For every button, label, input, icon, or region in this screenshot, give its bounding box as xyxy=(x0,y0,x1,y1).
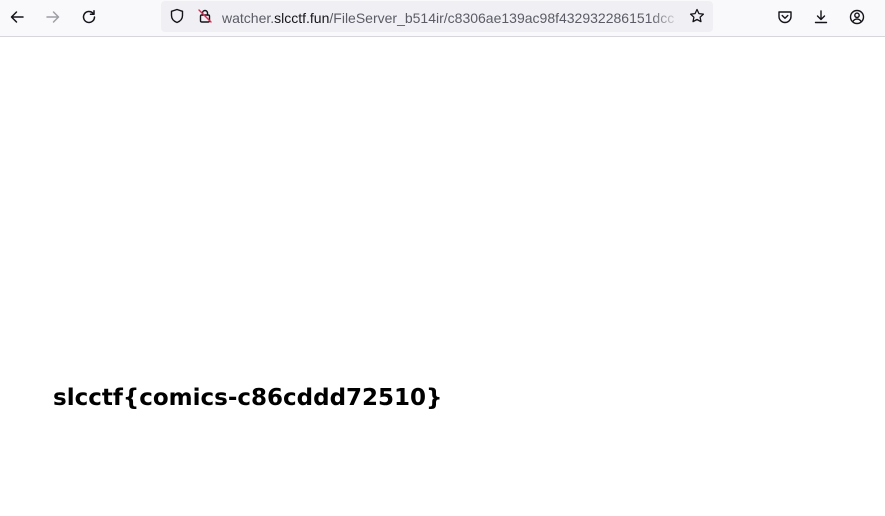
lock-strikethrough-icon xyxy=(198,9,212,23)
downloads-button[interactable] xyxy=(808,4,834,30)
url-domain-prefix: watcher. xyxy=(222,10,275,26)
bookmark-button[interactable] xyxy=(689,8,705,24)
pocket-button[interactable] xyxy=(772,4,798,30)
browser-toolbar: watcher.slcctf.fun/FileServer_b514ir/c83… xyxy=(0,0,885,37)
flag-text: slcctf{comics-c86cddd72510} xyxy=(53,385,443,411)
reload-button[interactable] xyxy=(76,4,102,30)
download-icon xyxy=(814,10,828,24)
url-domain: slcctf.fun xyxy=(274,10,330,26)
pocket-icon xyxy=(778,11,792,24)
shield-icon xyxy=(170,8,184,24)
star-icon xyxy=(689,8,705,23)
reload-icon xyxy=(82,10,96,24)
forward-button[interactable] xyxy=(40,4,66,30)
back-button[interactable] xyxy=(4,4,30,30)
tracking-protection-button[interactable] xyxy=(169,8,185,24)
url-text[interactable]: watcher.slcctf.fun/FileServer_b514ir/c83… xyxy=(222,9,682,27)
account-icon xyxy=(849,9,865,25)
url-path: /FileServer_b514ir/c8306ae139ac98f432932… xyxy=(329,10,675,26)
back-arrow-icon xyxy=(10,11,24,23)
url-bar[interactable]: watcher.slcctf.fun/FileServer_b514ir/c83… xyxy=(161,1,713,32)
page-content: slcctf{comics-c86cddd72510} xyxy=(0,37,885,516)
forward-arrow-icon xyxy=(46,11,60,23)
account-button[interactable] xyxy=(844,4,870,30)
connection-info-button[interactable] xyxy=(197,8,213,24)
